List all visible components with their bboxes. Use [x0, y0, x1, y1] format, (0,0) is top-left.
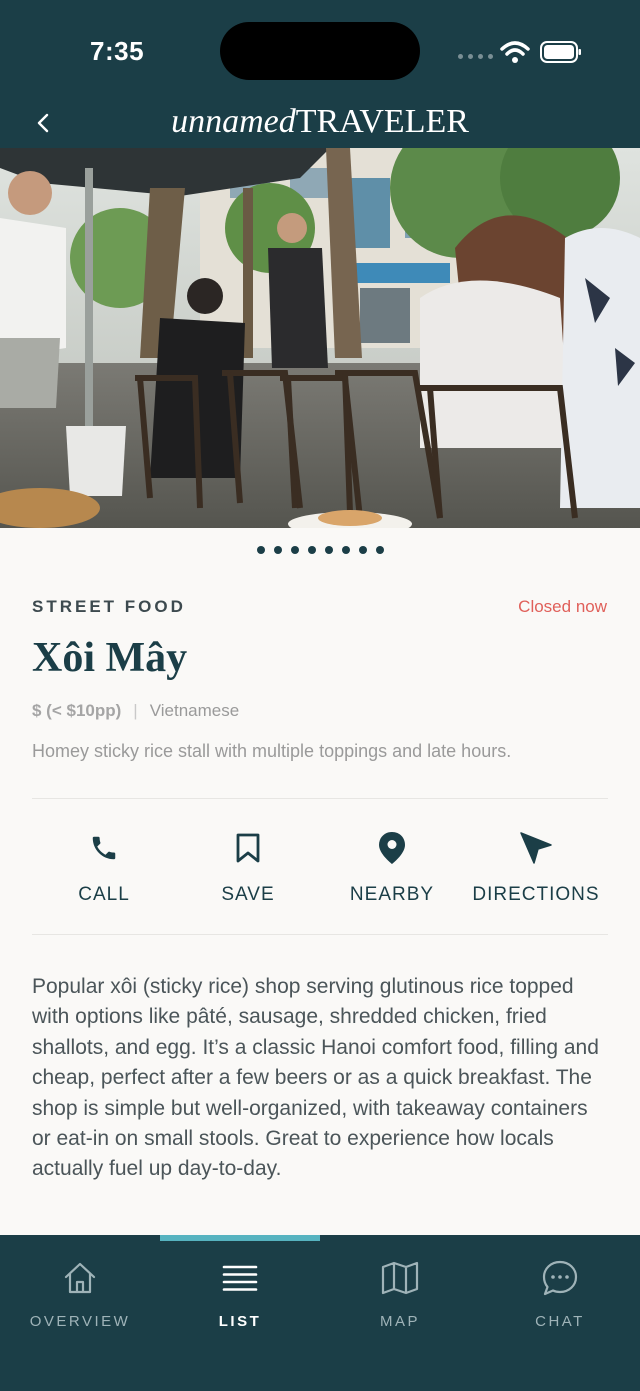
carousel-dot[interactable]: [307, 546, 316, 554]
bookmark-icon: [230, 828, 266, 868]
brand-logo: unnamedTRAVELER: [0, 102, 640, 142]
list-icon: [220, 1257, 260, 1299]
wifi-icon: [500, 41, 530, 63]
chat-bubble-icon: [540, 1257, 580, 1299]
tab-chat[interactable]: CHAT: [480, 1257, 640, 1330]
street-food-scene-image: [0, 148, 640, 528]
meta-separator: |: [133, 701, 138, 720]
place-photo[interactable]: [0, 148, 640, 528]
price-level: $ (< $10pp): [32, 701, 122, 720]
battery-icon: [540, 41, 581, 63]
brand-caps: TRAVELER: [295, 103, 469, 140]
nearby-button[interactable]: NEARBY: [320, 828, 464, 906]
status-bar: 7:35: [0, 0, 640, 100]
divider: [32, 934, 608, 935]
save-label: SAVE: [221, 884, 275, 905]
tab-list-label: LIST: [218, 1313, 262, 1330]
tab-map[interactable]: MAP: [320, 1257, 480, 1330]
phone-icon: [86, 828, 122, 868]
save-button[interactable]: SAVE: [176, 828, 320, 906]
carousel-dot[interactable]: [358, 546, 367, 554]
cuisine: Vietnamese: [149, 701, 240, 720]
call-button[interactable]: CALL: [32, 828, 176, 906]
dynamic-island: [220, 22, 420, 80]
home-icon: [60, 1257, 100, 1299]
tab-overview-label: OVERVIEW: [29, 1313, 131, 1330]
carousel-indicator[interactable]: [0, 546, 640, 554]
app-header: unnamedTRAVELER: [0, 100, 640, 148]
divider: [32, 798, 608, 799]
place-category: STREET FOOD: [32, 597, 186, 616]
directions-button[interactable]: DIRECTIONS: [464, 828, 608, 906]
nearby-label: NEARBY: [349, 884, 435, 905]
brand-italic: unnamed: [171, 103, 296, 140]
carousel-dot[interactable]: [341, 546, 350, 554]
tab-list[interactable]: LIST: [160, 1257, 320, 1330]
directions-label: DIRECTIONS: [472, 884, 600, 905]
bottom-navigation: OVERVIEW LIST MAP CHAT: [0, 1235, 640, 1391]
carousel-dot[interactable]: [375, 546, 384, 554]
place-tagline: Homey sticky rice stall with multiple to…: [32, 741, 512, 761]
carousel-dot[interactable]: [324, 546, 333, 554]
carousel-dot[interactable]: [273, 546, 282, 554]
carousel-dot[interactable]: [256, 546, 265, 554]
tab-map-label: MAP: [379, 1313, 420, 1330]
cellular-signal-icon: [458, 54, 493, 59]
status-time: 7:35: [90, 36, 145, 66]
carousel-dot[interactable]: [290, 546, 299, 554]
active-tab-indicator: [160, 1235, 320, 1241]
map-icon: [380, 1257, 420, 1299]
open-status: Closed now: [518, 597, 607, 616]
tab-chat-label: CHAT: [535, 1313, 585, 1330]
place-meta: $ (< $10pp) | Vietnamese: [32, 701, 239, 721]
tab-overview[interactable]: OVERVIEW: [0, 1257, 160, 1330]
place-name: Xôi Mây: [32, 635, 188, 681]
place-description: Popular xôi (sticky rice) shop serving g…: [32, 975, 599, 1181]
action-row: CALL SAVE NEARBY DIRECTIONS: [32, 828, 608, 906]
call-label: CALL: [78, 884, 130, 905]
map-pin-icon: [374, 828, 410, 868]
navigation-arrow-icon: [518, 828, 554, 868]
